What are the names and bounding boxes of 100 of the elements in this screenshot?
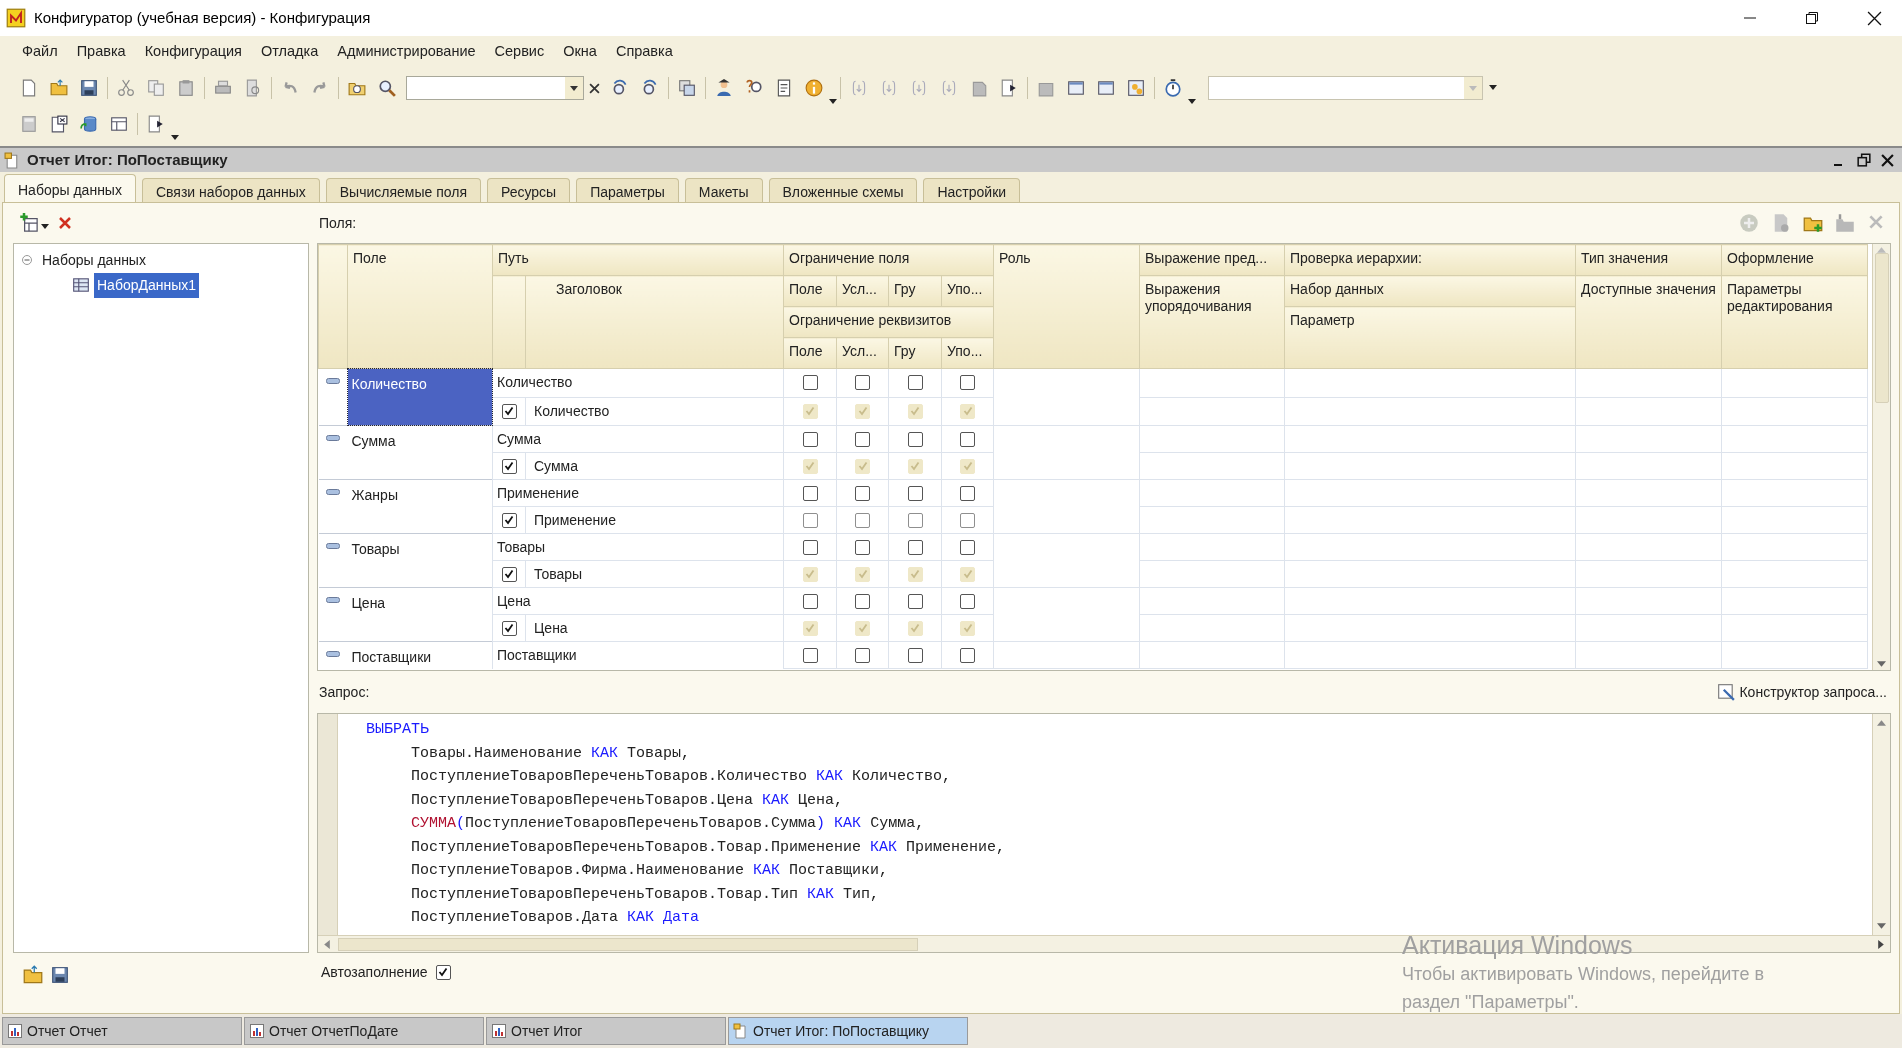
scrollbar[interactable] bbox=[1872, 244, 1890, 670]
scroll-down-icon[interactable] bbox=[1877, 923, 1886, 929]
new-document-icon[interactable] bbox=[20, 79, 38, 97]
save-icon[interactable] bbox=[51, 966, 69, 984]
open-folder-icon[interactable] bbox=[50, 79, 68, 97]
table-cell[interactable]: Жанры bbox=[347, 480, 492, 506]
close-icon[interactable] bbox=[1867, 10, 1882, 26]
tab[interactable]: Вычисляемые поля bbox=[325, 178, 481, 202]
window-icon[interactable] bbox=[1067, 79, 1085, 97]
close-icon[interactable] bbox=[1881, 153, 1894, 167]
restore-icon[interactable] bbox=[1805, 11, 1819, 25]
tab[interactable]: Параметры bbox=[576, 178, 679, 202]
checkbox[interactable] bbox=[501, 458, 517, 474]
checkbox[interactable] bbox=[501, 512, 517, 528]
window-tab[interactable]: Отчет ОтчетПоДате bbox=[244, 1017, 484, 1045]
checkbox[interactable] bbox=[802, 593, 818, 609]
dropdown-caret-icon[interactable] bbox=[1489, 84, 1497, 90]
person-icon[interactable] bbox=[715, 79, 733, 97]
checkbox[interactable] bbox=[855, 512, 870, 528]
tab[interactable]: Вложенные схемы bbox=[768, 178, 918, 202]
dropdown-caret-icon[interactable] bbox=[171, 135, 179, 140]
checkbox[interactable] bbox=[501, 620, 517, 636]
scroll-up-icon[interactable] bbox=[1877, 720, 1886, 726]
checkbox[interactable] bbox=[802, 512, 818, 528]
scissors-icon[interactable] bbox=[117, 79, 135, 97]
menu-item[interactable]: Сервис bbox=[494, 41, 545, 63]
windows-icon[interactable] bbox=[678, 79, 696, 97]
checkbox[interactable] bbox=[907, 485, 923, 501]
add-table-icon[interactable] bbox=[19, 213, 39, 233]
table-cell[interactable]: Поставщики bbox=[347, 642, 492, 668]
print-preview-icon[interactable] bbox=[244, 79, 262, 97]
clipboard-icon[interactable] bbox=[177, 79, 195, 97]
checkbox[interactable] bbox=[960, 647, 975, 663]
collapse-icon[interactable] bbox=[325, 489, 340, 495]
checkbox[interactable] bbox=[960, 512, 975, 528]
menu-item[interactable]: Файл bbox=[22, 41, 58, 63]
tree-item[interactable]: НаборДанных1 bbox=[94, 272, 200, 298]
checkbox[interactable] bbox=[435, 964, 451, 980]
checkbox[interactable] bbox=[907, 512, 923, 528]
table-cell[interactable]: Сумма bbox=[347, 426, 492, 452]
document-icon[interactable] bbox=[775, 79, 793, 97]
database-icon[interactable] bbox=[80, 115, 98, 133]
menu-item[interactable]: Справка bbox=[615, 41, 673, 63]
document-play-icon[interactable] bbox=[1000, 79, 1018, 97]
menu-item[interactable]: Правка bbox=[76, 41, 126, 63]
collapse-icon[interactable] bbox=[325, 651, 340, 657]
checkbox[interactable] bbox=[802, 485, 818, 501]
tree-item[interactable]: Наборы данных bbox=[40, 249, 148, 271]
menu-item[interactable]: Отладка bbox=[260, 41, 319, 63]
table-cell[interactable]: Цена bbox=[347, 588, 492, 614]
tab[interactable]: Наборы данных bbox=[4, 174, 136, 202]
dropdown-button[interactable] bbox=[565, 77, 583, 99]
open-folder-icon[interactable] bbox=[23, 965, 43, 985]
query-builder-button[interactable]: Конструктор запроса... bbox=[1717, 681, 1887, 703]
clear-icon[interactable] bbox=[589, 82, 600, 94]
info-icon[interactable] bbox=[805, 79, 823, 97]
checkbox[interactable] bbox=[907, 375, 923, 391]
document-play-icon[interactable] bbox=[147, 115, 165, 133]
tab[interactable]: Макеты bbox=[684, 178, 763, 202]
document-cross-icon[interactable] bbox=[50, 115, 68, 133]
delete-icon[interactable] bbox=[57, 215, 73, 231]
search-field[interactable] bbox=[406, 76, 584, 100]
printer-icon[interactable] bbox=[214, 79, 232, 97]
tab[interactable]: Связи наборов данных bbox=[141, 178, 320, 202]
checkbox[interactable] bbox=[802, 539, 818, 555]
combo-field[interactable] bbox=[1208, 76, 1483, 100]
tab[interactable]: Настройки bbox=[923, 178, 1021, 202]
checkbox[interactable] bbox=[501, 566, 517, 582]
checkbox[interactable] bbox=[855, 647, 870, 663]
checkbox[interactable] bbox=[855, 539, 870, 555]
table-cell[interactable]: Количество bbox=[347, 369, 492, 425]
checkbox[interactable] bbox=[960, 539, 975, 555]
checkbox[interactable] bbox=[855, 375, 870, 391]
table-cell[interactable]: Товары bbox=[347, 534, 492, 560]
save-icon[interactable] bbox=[80, 79, 98, 97]
collapse-icon[interactable] bbox=[325, 543, 340, 549]
table-icon[interactable] bbox=[110, 115, 128, 133]
checkbox[interactable] bbox=[802, 375, 818, 391]
scroll-right-icon[interactable] bbox=[1878, 939, 1884, 949]
window-icon[interactable] bbox=[1097, 79, 1115, 97]
checkbox[interactable] bbox=[855, 431, 870, 447]
menu-item[interactable]: Окна bbox=[563, 41, 597, 63]
collapse-icon[interactable] bbox=[325, 378, 340, 384]
checkbox[interactable] bbox=[855, 593, 870, 609]
checkbox[interactable] bbox=[960, 375, 975, 391]
checkbox[interactable] bbox=[907, 647, 923, 663]
search-icon[interactable] bbox=[378, 79, 396, 97]
checkbox[interactable] bbox=[802, 431, 818, 447]
checkbox[interactable] bbox=[855, 485, 870, 501]
scroll-down-icon[interactable] bbox=[1877, 661, 1886, 667]
checkbox[interactable] bbox=[960, 431, 975, 447]
menu-item[interactable]: Конфигурация bbox=[144, 41, 242, 63]
window-tab[interactable]: Отчет Отчет bbox=[2, 1017, 242, 1045]
collapse-icon[interactable] bbox=[325, 597, 340, 603]
checkbox[interactable] bbox=[802, 647, 818, 663]
scrollbar[interactable] bbox=[1872, 714, 1890, 935]
dropdown-caret-icon[interactable] bbox=[829, 99, 837, 104]
tab[interactable]: Ресурсы bbox=[486, 178, 571, 202]
collapse-icon[interactable] bbox=[325, 435, 340, 441]
find-next-icon[interactable] bbox=[641, 79, 659, 97]
